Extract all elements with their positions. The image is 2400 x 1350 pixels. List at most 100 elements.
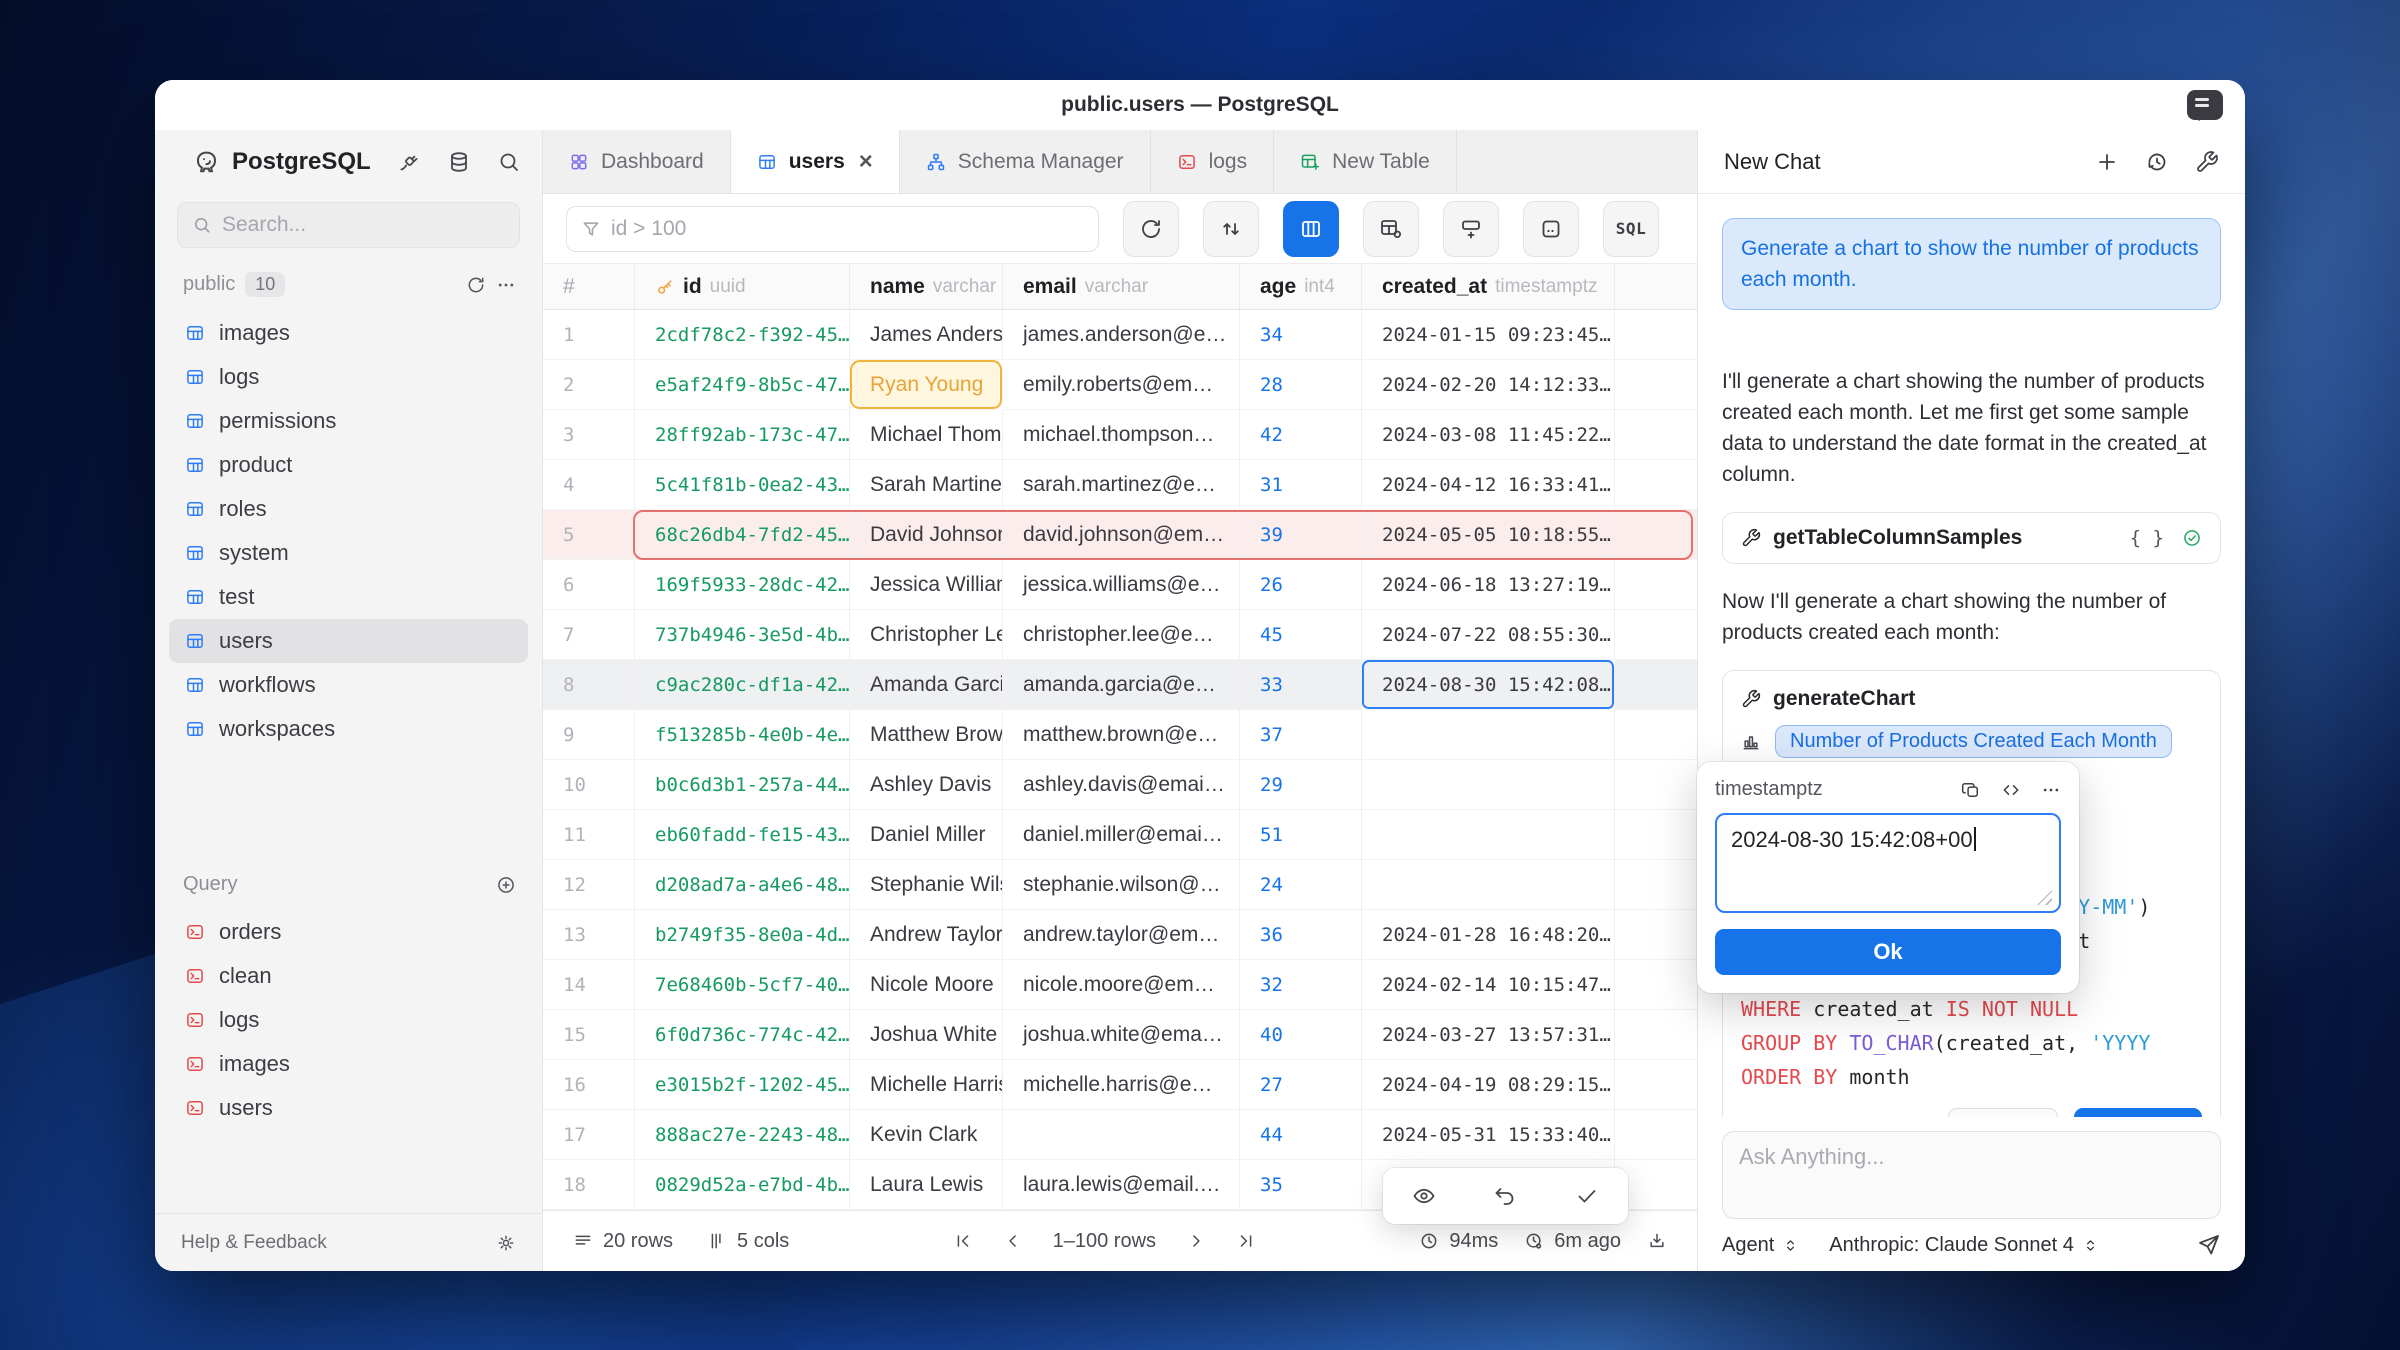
allow-button[interactable]: ✓Allow — [2074, 1108, 2202, 1117]
connection-plug-icon[interactable] — [397, 150, 421, 174]
chat-history-icon[interactable] — [2145, 150, 2169, 174]
cell-id[interactable]: 5c41f81b-0ea2-43… — [635, 460, 850, 510]
code-view-icon[interactable] — [2001, 780, 2021, 800]
header-id[interactable]: iduuid — [635, 264, 850, 310]
cell-email[interactable]: joshua.white@ema… — [1003, 1010, 1240, 1060]
table-row[interactable]: 9 f513285b-4e0b-4e… Matthew Brown matthe… — [543, 710, 1697, 760]
cell-id[interactable]: 68c26db4-7fd2-45… — [635, 510, 850, 560]
sidebar-item-test[interactable]: test — [169, 575, 528, 619]
sidebar-item-system[interactable]: system — [169, 531, 528, 575]
model-select[interactable]: Anthropic: Claude Sonnet 4 — [1829, 1234, 2099, 1257]
query-item-orders[interactable]: orders — [169, 910, 528, 954]
header-index[interactable]: # — [543, 264, 635, 310]
sidebar-item-logs[interactable]: logs — [169, 355, 528, 399]
cell-name[interactable]: Michael Thomp… — [850, 410, 1003, 460]
refresh-button[interactable] — [1123, 201, 1179, 257]
export-download-icon[interactable] — [1647, 1231, 1667, 1251]
sidebar-item-images[interactable]: images — [169, 311, 528, 355]
cell-created-at[interactable]: 2024-04-12 16:33:41… — [1362, 460, 1615, 510]
prev-page-button[interactable] — [1003, 1231, 1023, 1251]
table-row[interactable]: 5 68c26db4-7fd2-45… David Johnson david.… — [543, 510, 1697, 560]
cell-created-at[interactable] — [1362, 810, 1615, 860]
cell-email[interactable]: amanda.garcia@e… — [1003, 660, 1240, 710]
sort-button[interactable] — [1203, 201, 1259, 257]
refresh-icon[interactable] — [466, 275, 486, 295]
cell-email[interactable]: matthew.brown@e… — [1003, 710, 1240, 760]
cell-email[interactable] — [1003, 1110, 1240, 1160]
mode-select[interactable]: Agent — [1722, 1234, 1799, 1257]
table-row[interactable]: 13 b2749f35-8e0a-4d… Andrew Taylor andre… — [543, 910, 1697, 960]
query-item-images[interactable]: images — [169, 1042, 528, 1086]
notification-chat-icon[interactable] — [2187, 90, 2223, 120]
row-layout-button[interactable] — [1443, 201, 1499, 257]
cell-name[interactable]: David Johnson — [850, 510, 1003, 560]
cell-id[interactable]: e5af24f9-8b5c-47… — [635, 360, 850, 410]
new-chat-plus-icon[interactable] — [2095, 150, 2119, 174]
sidebar-search-input[interactable] — [222, 213, 505, 237]
confirm-check-icon[interactable] — [1575, 1184, 1599, 1208]
cell-view-button[interactable] — [1523, 201, 1579, 257]
last-page-button[interactable] — [1236, 1231, 1256, 1251]
cell-name[interactable]: Sarah Martinez — [850, 460, 1003, 510]
cell-email[interactable]: david.johnson@em… — [1003, 510, 1240, 560]
cell-id[interactable]: e3015b2f-1202-45… — [635, 1060, 850, 1110]
ask-anything-input[interactable] — [1739, 1144, 2204, 1206]
table-row[interactable]: 1 2cdf78c2-f392-45… James Anderson james… — [543, 310, 1697, 360]
header-age[interactable]: ageint4 — [1240, 264, 1362, 310]
cell-email[interactable]: christopher.lee@e… — [1003, 610, 1240, 660]
cell-name[interactable]: Matthew Brown — [850, 710, 1003, 760]
cell-email[interactable]: james.anderson@e… — [1003, 310, 1240, 360]
more-options-icon[interactable] — [2041, 780, 2061, 800]
tab-users[interactable]: users × — [731, 130, 900, 193]
tool-call-card[interactable]: getTableColumnSamples { } — [1722, 512, 2221, 564]
cell-age[interactable]: 39 — [1240, 510, 1362, 560]
table-row[interactable]: 11 eb60fadd-fe15-43… Daniel Miller danie… — [543, 810, 1697, 860]
cell-created-at[interactable]: 2024-08-30 15:42:08… — [1362, 660, 1615, 710]
cell-created-at[interactable] — [1362, 860, 1615, 910]
table-row[interactable]: 17 888ac27e-2243-48… Kevin Clark 44 2024… — [543, 1110, 1697, 1160]
sql-button[interactable]: SQL — [1603, 201, 1659, 257]
tools-wrench-icon[interactable] — [2195, 150, 2219, 174]
cell-email[interactable]: jessica.williams@e… — [1003, 560, 1240, 610]
query-item-logs[interactable]: logs — [169, 998, 528, 1042]
cell-id[interactable]: 7e68460b-5cf7-40… — [635, 960, 850, 1010]
cell-name[interactable]: Ashley Davis — [850, 760, 1003, 810]
query-item-users[interactable]: users — [169, 1086, 528, 1130]
cell-name[interactable]: James Anderson — [850, 310, 1003, 360]
cell-created-at[interactable]: 2024-05-31 15:33:40… — [1362, 1110, 1615, 1160]
cell-age[interactable]: 28 — [1240, 360, 1362, 410]
cell-created-at[interactable]: 2024-02-20 14:12:33… — [1362, 360, 1615, 410]
cell-id[interactable]: 169f5933-28dc-42… — [635, 560, 850, 610]
resize-grip[interactable] — [2037, 890, 2052, 905]
cell-name[interactable]: Nicole Moore — [850, 960, 1003, 1010]
more-options-icon[interactable] — [496, 275, 516, 295]
tab-logs[interactable]: logs — [1151, 130, 1275, 193]
settings-gear-icon[interactable] — [496, 1233, 516, 1253]
sidebar-search[interactable] — [177, 202, 520, 248]
cell-id[interactable]: c9ac280c-df1a-42… — [635, 660, 850, 710]
cell-age[interactable]: 34 — [1240, 310, 1362, 360]
query-item-clean[interactable]: clean — [169, 954, 528, 998]
cell-age[interactable]: 37 — [1240, 710, 1362, 760]
cell-name[interactable]: Laura Lewis — [850, 1160, 1003, 1210]
header-email[interactable]: emailvarchar — [1003, 264, 1240, 310]
cell-editor-textarea[interactable]: 2024-08-30 15:42:08+00 — [1715, 813, 2061, 913]
ok-button[interactable]: Ok — [1715, 929, 2061, 975]
cell-age[interactable]: 40 — [1240, 1010, 1362, 1060]
header-created-at[interactable]: created_attimestamptz — [1362, 264, 1615, 310]
table-row[interactable]: 6 169f5933-28dc-42… Jessica Williams jes… — [543, 560, 1697, 610]
cell-email[interactable]: michelle.harris@e… — [1003, 1060, 1240, 1110]
cell-created-at[interactable] — [1362, 710, 1615, 760]
sidebar-item-workflows[interactable]: workflows — [169, 663, 528, 707]
cell-age[interactable]: 36 — [1240, 910, 1362, 960]
cell-age[interactable]: 45 — [1240, 610, 1362, 660]
cell-age[interactable]: 42 — [1240, 410, 1362, 460]
cell-email[interactable]: daniel.miller@emai… — [1003, 810, 1240, 860]
cell-email[interactable]: stephanie.wilson@… — [1003, 860, 1240, 910]
tab-schema-manager[interactable]: Schema Manager — [900, 130, 1151, 193]
composer-input-box[interactable] — [1722, 1131, 2221, 1219]
table-row[interactable]: 15 6f0d736c-774c-42… Joshua White joshua… — [543, 1010, 1697, 1060]
cell-id[interactable]: eb60fadd-fe15-43… — [635, 810, 850, 860]
cell-age[interactable]: 35 — [1240, 1160, 1362, 1210]
table-row[interactable]: 12 d208ad7a-a4e6-48… Stephanie Wils… ste… — [543, 860, 1697, 910]
